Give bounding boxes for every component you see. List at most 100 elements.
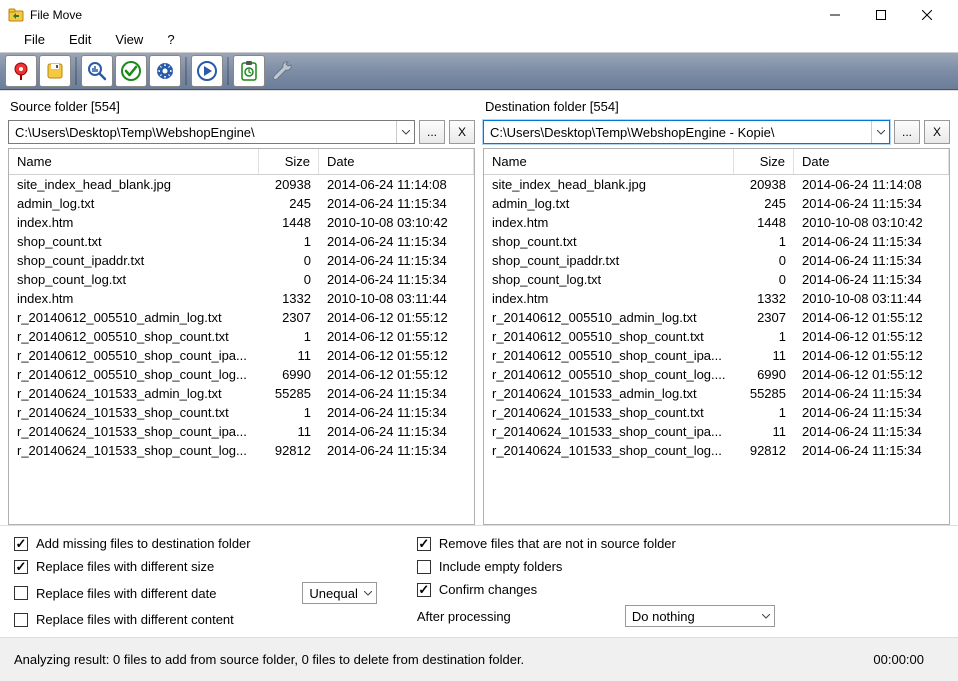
menu-edit[interactable]: Edit: [57, 30, 103, 52]
checkbox-remove-not-in-source[interactable]: [417, 537, 431, 551]
toolbar-wrench-icon[interactable]: [267, 55, 299, 87]
file-row[interactable]: r_20140624_101533_shop_count.txt12014-06…: [9, 403, 474, 422]
toolbar-analyze-icon[interactable]: [81, 55, 113, 87]
menu-view[interactable]: View: [103, 30, 155, 52]
column-date[interactable]: Date: [319, 149, 474, 174]
file-row[interactable]: shop_count_ipaddr.txt02014-06-24 11:15:3…: [484, 251, 949, 270]
destination-browse-button[interactable]: ...: [894, 120, 920, 144]
file-name: shop_count.txt: [9, 233, 259, 250]
file-size: 1: [734, 404, 794, 421]
file-row[interactable]: r_20140612_005510_shop_count.txt12014-06…: [9, 327, 474, 346]
source-path-combo[interactable]: [8, 120, 415, 144]
checkbox-replace-date[interactable]: [14, 586, 28, 600]
file-row[interactable]: r_20140612_005510_shop_count_ipa...11201…: [484, 346, 949, 365]
file-row[interactable]: shop_count.txt12014-06-24 11:15:34: [484, 232, 949, 251]
file-size: 1332: [259, 290, 319, 307]
file-row[interactable]: site_index_head_blank.jpg209382014-06-24…: [9, 175, 474, 194]
file-date: 2014-06-24 11:15:34: [794, 195, 949, 212]
after-processing-select[interactable]: Do nothing: [625, 605, 775, 627]
column-date[interactable]: Date: [794, 149, 949, 174]
toolbar-gear-icon[interactable]: [149, 55, 181, 87]
file-row[interactable]: r_20140624_101533_shop_count.txt12014-06…: [484, 403, 949, 422]
file-row[interactable]: r_20140624_101533_shop_count_ipa...11201…: [484, 422, 949, 441]
file-row[interactable]: index.htm13322010-10-08 03:11:44: [9, 289, 474, 308]
file-row[interactable]: index.htm13322010-10-08 03:11:44: [484, 289, 949, 308]
checkbox-replace-content[interactable]: [14, 613, 28, 627]
toolbar-check-icon[interactable]: [115, 55, 147, 87]
file-size: 20938: [734, 176, 794, 193]
column-size[interactable]: Size: [259, 149, 319, 174]
checkbox-replace-size[interactable]: [14, 560, 28, 574]
menu-help[interactable]: ?: [155, 30, 186, 52]
file-row[interactable]: r_20140624_101533_shop_count_log...92812…: [484, 441, 949, 460]
file-date: 2010-10-08 03:10:42: [794, 214, 949, 231]
file-row[interactable]: shop_count_ipaddr.txt02014-06-24 11:15:3…: [9, 251, 474, 270]
maximize-button[interactable]: [858, 0, 904, 30]
destination-list-body[interactable]: site_index_head_blank.jpg209382014-06-24…: [484, 175, 949, 524]
file-row[interactable]: r_20140624_101533_admin_log.txt552852014…: [9, 384, 474, 403]
folder-panels: Source folder [554] ... X Destination fo…: [0, 90, 958, 148]
file-row[interactable]: index.htm14482010-10-08 03:10:42: [484, 213, 949, 232]
file-row[interactable]: r_20140624_101533_admin_log.txt552852014…: [484, 384, 949, 403]
toolbar-disk-icon[interactable]: [39, 55, 71, 87]
source-path-input[interactable]: [9, 125, 396, 140]
toolbar-play-icon[interactable]: [191, 55, 223, 87]
source-browse-button[interactable]: ...: [419, 120, 445, 144]
destination-path-input[interactable]: [484, 125, 871, 140]
file-date: 2014-06-24 11:15:34: [319, 385, 474, 402]
file-row[interactable]: r_20140612_005510_admin_log.txt23072014-…: [9, 308, 474, 327]
checkbox-include-empty[interactable]: [417, 560, 431, 574]
file-date: 2014-06-24 11:14:08: [319, 176, 474, 193]
file-row[interactable]: index.htm14482010-10-08 03:10:42: [9, 213, 474, 232]
file-size: 2307: [734, 309, 794, 326]
chevron-down-icon[interactable]: [396, 121, 414, 143]
label-replace-size: Replace files with different size: [36, 559, 214, 574]
file-row[interactable]: site_index_head_blank.jpg209382014-06-24…: [484, 175, 949, 194]
source-clear-button[interactable]: X: [449, 120, 475, 144]
file-date: 2014-06-24 11:15:34: [319, 442, 474, 459]
checkbox-add-missing[interactable]: [14, 537, 28, 551]
menu-file[interactable]: File: [12, 30, 57, 52]
destination-list-header: Name Size Date: [484, 149, 949, 175]
file-row[interactable]: r_20140612_005510_shop_count_log....6990…: [484, 365, 949, 384]
file-name: admin_log.txt: [9, 195, 259, 212]
column-name[interactable]: Name: [484, 149, 734, 174]
toolbar-pin-icon[interactable]: [5, 55, 37, 87]
file-name: index.htm: [484, 214, 734, 231]
file-date: 2014-06-12 01:55:12: [794, 347, 949, 364]
file-row[interactable]: shop_count.txt12014-06-24 11:15:34: [9, 232, 474, 251]
file-row[interactable]: r_20140624_101533_shop_count_ipa...11201…: [9, 422, 474, 441]
file-row[interactable]: r_20140612_005510_shop_count.txt12014-06…: [484, 327, 949, 346]
file-row[interactable]: admin_log.txt2452014-06-24 11:15:34: [9, 194, 474, 213]
file-name: index.htm: [484, 290, 734, 307]
file-row[interactable]: r_20140624_101533_shop_count_log...92812…: [9, 441, 474, 460]
destination-path-combo[interactable]: [483, 120, 890, 144]
chevron-down-icon[interactable]: [871, 121, 889, 143]
file-name: r_20140624_101533_admin_log.txt: [484, 385, 734, 402]
file-lists: Name Size Date site_index_head_blank.jpg…: [0, 148, 958, 525]
column-size[interactable]: Size: [734, 149, 794, 174]
file-row[interactable]: shop_count_log.txt02014-06-24 11:15:34: [484, 270, 949, 289]
date-mode-select[interactable]: Unequal: [302, 582, 376, 604]
file-size: 1: [259, 233, 319, 250]
close-button[interactable]: [904, 0, 950, 30]
chevron-down-icon: [364, 591, 372, 596]
file-row[interactable]: admin_log.txt2452014-06-24 11:15:34: [484, 194, 949, 213]
file-row[interactable]: r_20140612_005510_shop_count_ipa...11201…: [9, 346, 474, 365]
file-row[interactable]: r_20140612_005510_shop_count_log...69902…: [9, 365, 474, 384]
file-name: r_20140624_101533_admin_log.txt: [9, 385, 259, 402]
column-name[interactable]: Name: [9, 149, 259, 174]
destination-file-list: Name Size Date site_index_head_blank.jpg…: [483, 148, 950, 525]
file-date: 2014-06-12 01:55:12: [319, 366, 474, 383]
file-size: 0: [259, 271, 319, 288]
destination-clear-button[interactable]: X: [924, 120, 950, 144]
file-date: 2014-06-24 11:15:34: [794, 404, 949, 421]
checkbox-confirm-changes[interactable]: [417, 583, 431, 597]
toolbar-clipboard-icon[interactable]: [233, 55, 265, 87]
file-row[interactable]: r_20140612_005510_admin_log.txt23072014-…: [484, 308, 949, 327]
source-list-body[interactable]: site_index_head_blank.jpg209382014-06-24…: [9, 175, 474, 524]
file-date: 2014-06-24 11:15:34: [794, 233, 949, 250]
file-row[interactable]: shop_count_log.txt02014-06-24 11:15:34: [9, 270, 474, 289]
file-size: 11: [259, 347, 319, 364]
minimize-button[interactable]: [812, 0, 858, 30]
